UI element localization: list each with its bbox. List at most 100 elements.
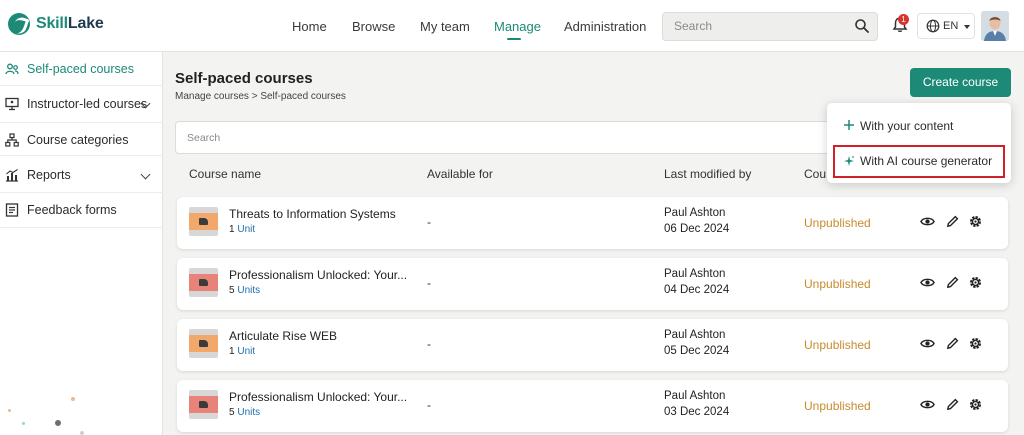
thumbnail-figure	[199, 279, 208, 286]
column-header-course-name[interactable]: Course name	[189, 167, 261, 181]
modified-date-value: 04 Dec 2024	[664, 284, 730, 296]
eye-icon[interactable]	[920, 397, 935, 412]
available-for-value: -	[427, 215, 431, 229]
pencil-icon[interactable]	[945, 275, 960, 290]
sidebar-item-reports[interactable]: Reports	[0, 156, 163, 193]
menu-item-with-ai-course-generator[interactable]: With AI course generator	[833, 145, 1005, 178]
gear-icon[interactable]	[968, 397, 983, 412]
modified-date-value: 05 Dec 2024	[664, 345, 730, 357]
presentation-icon	[5, 97, 19, 111]
modified-by-value: Paul Ashton	[664, 207, 726, 219]
sidebar-item-instructor-led-courses[interactable]: Instructor-led courses	[0, 86, 163, 123]
sidebar-item-feedback-forms[interactable]: Feedback forms	[0, 193, 163, 228]
status-badge: Unpublished	[804, 338, 871, 352]
eye-icon[interactable]	[920, 336, 935, 351]
available-for-value: -	[427, 276, 431, 290]
skilllake-logo[interactable]: SkillLake	[8, 13, 104, 35]
course-name-link[interactable]: Professionalism Unlocked: Your...	[229, 268, 407, 282]
pencil-icon[interactable]	[945, 397, 960, 412]
top-bar: SkillLake Home Browse My team Manage Adm…	[0, 0, 1024, 52]
gear-icon[interactable]	[968, 336, 983, 351]
globe-icon	[926, 19, 940, 33]
gear-icon[interactable]	[968, 275, 983, 290]
table-row[interactable]: Professionalism Unlocked: Your... 5 Unit…	[177, 258, 1008, 310]
status-badge: Unpublished	[804, 216, 871, 230]
create-course-button[interactable]: Create course	[910, 68, 1011, 97]
column-header-last-modified-by[interactable]: Last modified by	[664, 167, 751, 181]
column-header-status[interactable]: Cou	[804, 167, 826, 181]
status-badge: Unpublished	[804, 399, 871, 413]
course-units: 5 Units	[229, 285, 260, 296]
table-row[interactable]: Articulate Rise WEB 1 Unit - Paul Ashton…	[177, 319, 1008, 371]
course-units: 5 Units	[229, 407, 260, 418]
available-for-value: -	[427, 398, 431, 412]
notification-count-badge: 1	[898, 14, 909, 25]
course-name-link[interactable]: Threats to Information Systems	[229, 207, 396, 221]
pencil-icon[interactable]	[945, 214, 960, 229]
sidebar-item-self-paced-courses[interactable]: Self-paced courses	[0, 52, 163, 86]
units-count: 5	[229, 285, 235, 296]
hierarchy-icon	[5, 133, 19, 147]
available-for-value: -	[427, 337, 431, 351]
units-count: 5	[229, 407, 235, 418]
nav-manage[interactable]: Manage	[494, 19, 541, 34]
search-icon[interactable]	[854, 18, 870, 34]
people-icon	[5, 63, 19, 75]
eye-icon[interactable]	[920, 275, 935, 290]
user-avatar[interactable]	[981, 11, 1009, 41]
sidebar-item-label: Reports	[27, 168, 71, 182]
language-selector[interactable]: EN	[917, 13, 975, 39]
brand-name: SkillLake	[36, 15, 104, 33]
sidebar-item-label: Feedback forms	[27, 203, 117, 217]
sidebar-item-course-categories[interactable]: Course categories	[0, 123, 163, 156]
brand-part-2: Lake	[67, 15, 104, 32]
course-thumbnail[interactable]	[189, 390, 218, 419]
units-count: 1	[229, 224, 235, 235]
plus-icon	[844, 120, 854, 130]
pencil-icon[interactable]	[945, 336, 960, 351]
course-thumbnail[interactable]	[189, 268, 218, 297]
sparkle-icon	[844, 155, 855, 166]
breadcrumb[interactable]: Manage courses > Self-paced courses	[175, 91, 346, 102]
menu-item-label: With AI course generator	[860, 154, 993, 168]
units-label: Unit	[237, 346, 256, 357]
thumbnail-figure	[199, 218, 208, 225]
global-search-input[interactable]: Search	[662, 12, 878, 41]
modified-date-value: 06 Dec 2024	[664, 223, 730, 235]
language-code: EN	[943, 20, 959, 32]
sidebar-item-label: Instructor-led courses	[27, 97, 148, 111]
form-icon	[5, 203, 19, 217]
column-header-available-for[interactable]: Available for	[427, 167, 493, 181]
page-title: Self-paced courses	[175, 70, 313, 87]
eye-icon[interactable]	[920, 214, 935, 229]
course-units: 1 Unit	[229, 224, 255, 235]
nav-home[interactable]: Home	[292, 19, 327, 34]
course-name-link[interactable]: Professionalism Unlocked: Your...	[229, 390, 407, 404]
chevron-down-icon[interactable]	[140, 169, 151, 180]
nav-administration[interactable]: Administration	[564, 19, 646, 34]
table-row[interactable]: Professionalism Unlocked: Your... 5 Unit…	[177, 380, 1008, 432]
global-search-placeholder: Search	[674, 19, 713, 33]
decorative-dot	[55, 420, 61, 426]
sidebar: Self-paced courses Instructor-led course…	[0, 52, 163, 435]
nav-browse[interactable]: Browse	[352, 19, 395, 34]
menu-item-with-your-content[interactable]: With your content	[833, 111, 1005, 141]
modified-by-value: Paul Ashton	[664, 268, 726, 280]
modified-by-value: Paul Ashton	[664, 329, 726, 341]
units-count: 1	[229, 346, 235, 357]
table-row[interactable]: Threats to Information Systems 1 Unit - …	[177, 197, 1008, 249]
course-thumbnail[interactable]	[189, 207, 218, 236]
course-thumbnail[interactable]	[189, 329, 218, 358]
units-label: Units	[237, 285, 261, 296]
nav-my-team[interactable]: My team	[420, 19, 470, 34]
gear-icon[interactable]	[968, 214, 983, 229]
course-name-link[interactable]: Articulate Rise WEB	[229, 329, 337, 343]
modified-by-value: Paul Ashton	[664, 390, 726, 402]
sidebar-item-label: Course categories	[27, 133, 129, 147]
logo-icon	[8, 13, 30, 35]
create-course-menu: With your content With AI course generat…	[827, 103, 1011, 183]
modified-date-value: 03 Dec 2024	[664, 406, 730, 418]
brand-part-1: Skill	[36, 15, 68, 32]
decorative-dot	[8, 409, 11, 412]
avatar-image	[981, 11, 1009, 41]
